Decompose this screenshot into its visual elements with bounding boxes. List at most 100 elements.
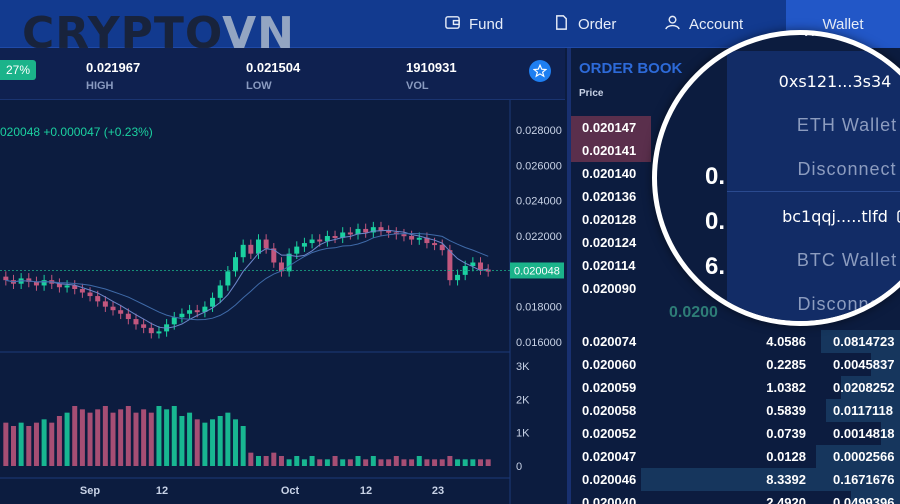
- candlestick-chart-svg: 0.0280000.0260000.0240000.0220000.020000…: [0, 100, 564, 504]
- star-icon: [533, 64, 547, 78]
- vol-label: VOL: [406, 80, 429, 92]
- price-chart[interactable]: 0.0280000.0260000.0240000.0220000.020000…: [0, 100, 565, 504]
- volume-bar: [286, 459, 292, 466]
- exchange-app: Fund Order Account Wallet CRYPTOVN 27% 0…: [0, 0, 900, 504]
- btc-wallet-label[interactable]: BTC Wallet: [727, 238, 900, 282]
- bid-row[interactable]: 0.020047 0.0128 0.0002566: [571, 445, 900, 468]
- nav-fund-label: Fund: [469, 15, 504, 33]
- volume-tick-label: 2K: [516, 394, 530, 406]
- candle-body: [409, 236, 415, 240]
- candle-body: [179, 313, 185, 318]
- volume-bar: [424, 459, 430, 466]
- candle-body: [248, 244, 254, 254]
- candle-body: [133, 319, 139, 325]
- volume-bar: [141, 409, 147, 466]
- volume-bar: [56, 416, 62, 466]
- btc-disconnect-button[interactable]: Disconnect: [727, 282, 900, 321]
- candle-body: [171, 317, 177, 325]
- volume-bar: [317, 459, 323, 466]
- volume-bar: [416, 456, 422, 466]
- nav-account[interactable]: Account: [664, 0, 743, 48]
- bid-row[interactable]: 0.020059 1.0382 0.0208252: [571, 376, 900, 399]
- volume-bar: [363, 459, 369, 466]
- ask-price: 0.020141: [582, 143, 637, 158]
- ask-price: 0.020140: [582, 166, 637, 181]
- eth-address-link[interactable]: 0xs121...3s34: [727, 59, 900, 103]
- price-tick-label: 0.022000: [516, 231, 562, 243]
- candle-body: [301, 243, 307, 247]
- volume-bar: [240, 426, 246, 466]
- candle-body: [401, 234, 407, 237]
- volume-bar: [41, 419, 47, 466]
- price-column-header: Price: [579, 88, 604, 99]
- bid-row[interactable]: 0.020058 0.5839 0.0117118: [571, 399, 900, 422]
- bid-amount: 0.5839: [766, 403, 806, 418]
- volume-tick-label: 3K: [516, 361, 530, 373]
- volume-bar: [393, 456, 399, 466]
- volume-bar: [255, 456, 261, 466]
- moving-average-line: [5, 229, 489, 329]
- volume-bar: [455, 459, 461, 466]
- price-change-text: 020048 +0.000047 (+0.23%): [0, 125, 153, 139]
- bid-row[interactable]: 0.020040 2.4920 0.0499396: [571, 491, 900, 504]
- time-tick-label: 12: [156, 485, 168, 497]
- peek-text: 6.: [705, 253, 726, 280]
- bid-row[interactable]: 0.020046 8.3392 0.1671676: [571, 468, 900, 491]
- volume-bar: [409, 459, 415, 466]
- nav-order[interactable]: Order: [553, 0, 616, 48]
- price-tick-label: 0.026000: [516, 160, 562, 172]
- stat-volume: 1910931 VOL: [406, 60, 457, 92]
- bid-total: 0.0045837: [833, 357, 895, 372]
- price-tick-label: 0.024000: [516, 196, 562, 208]
- bid-row[interactable]: 0.020074 4.0586 0.0814723: [571, 330, 900, 353]
- bid-price: 0.020047: [582, 449, 637, 464]
- bid-amount: 8.3392: [766, 472, 806, 487]
- volume-bar: [233, 419, 239, 466]
- btc-address-link[interactable]: bc1qqj.....tlfd: [727, 194, 900, 238]
- candle-body: [210, 297, 216, 307]
- stat-high: 0.021967 HIGH: [86, 60, 140, 92]
- volume-bar: [156, 406, 162, 466]
- eth-wallet-label[interactable]: ETH Wallet: [727, 103, 900, 147]
- bid-price: 0.020060: [582, 357, 637, 372]
- bid-row[interactable]: 0.020060 0.2285 0.0045837: [571, 353, 900, 376]
- time-tick-label: 23: [432, 485, 444, 497]
- volume-bar: [225, 412, 231, 466]
- bid-price: 0.020058: [582, 403, 637, 418]
- candle-body: [41, 280, 47, 286]
- candle-body: [447, 250, 453, 281]
- volume-bar: [33, 422, 39, 466]
- volume-bar: [49, 422, 55, 466]
- volume-bar: [309, 456, 315, 466]
- volume-bar: [370, 456, 376, 466]
- volume-bar: [278, 456, 284, 466]
- volume-bar: [102, 406, 108, 466]
- volume-bar: [324, 459, 330, 466]
- volume-bar: [462, 459, 468, 466]
- volume-bar: [332, 456, 338, 466]
- candle-body: [156, 331, 162, 334]
- candle-body: [347, 232, 353, 235]
- nav-fund[interactable]: Fund: [444, 0, 503, 48]
- volume-bar: [125, 406, 131, 466]
- volume-bar: [294, 456, 300, 466]
- bid-row[interactable]: 0.020052 0.0739 0.0014818: [571, 422, 900, 445]
- volume-bar: [263, 456, 269, 466]
- volume-bar: [148, 412, 154, 466]
- candle-body: [148, 327, 154, 334]
- volume-bar: [187, 412, 193, 466]
- candle-body: [217, 285, 223, 298]
- volume-bar: [179, 416, 185, 466]
- volume-bar: [485, 459, 491, 466]
- order-book-title: ORDER BOOK: [579, 60, 683, 77]
- candle-body: [141, 324, 147, 328]
- bid-amount: 4.0586: [766, 334, 806, 349]
- eth-disconnect-button[interactable]: Disconnect: [727, 147, 900, 191]
- favorite-star-button[interactable]: [529, 60, 551, 82]
- ask-price: 0.020114: [582, 258, 636, 273]
- volume-bar: [79, 409, 85, 466]
- bid-price: 0.020052: [582, 426, 637, 441]
- candle-body: [225, 271, 231, 286]
- candle-body: [317, 239, 323, 242]
- candle-body: [110, 306, 116, 311]
